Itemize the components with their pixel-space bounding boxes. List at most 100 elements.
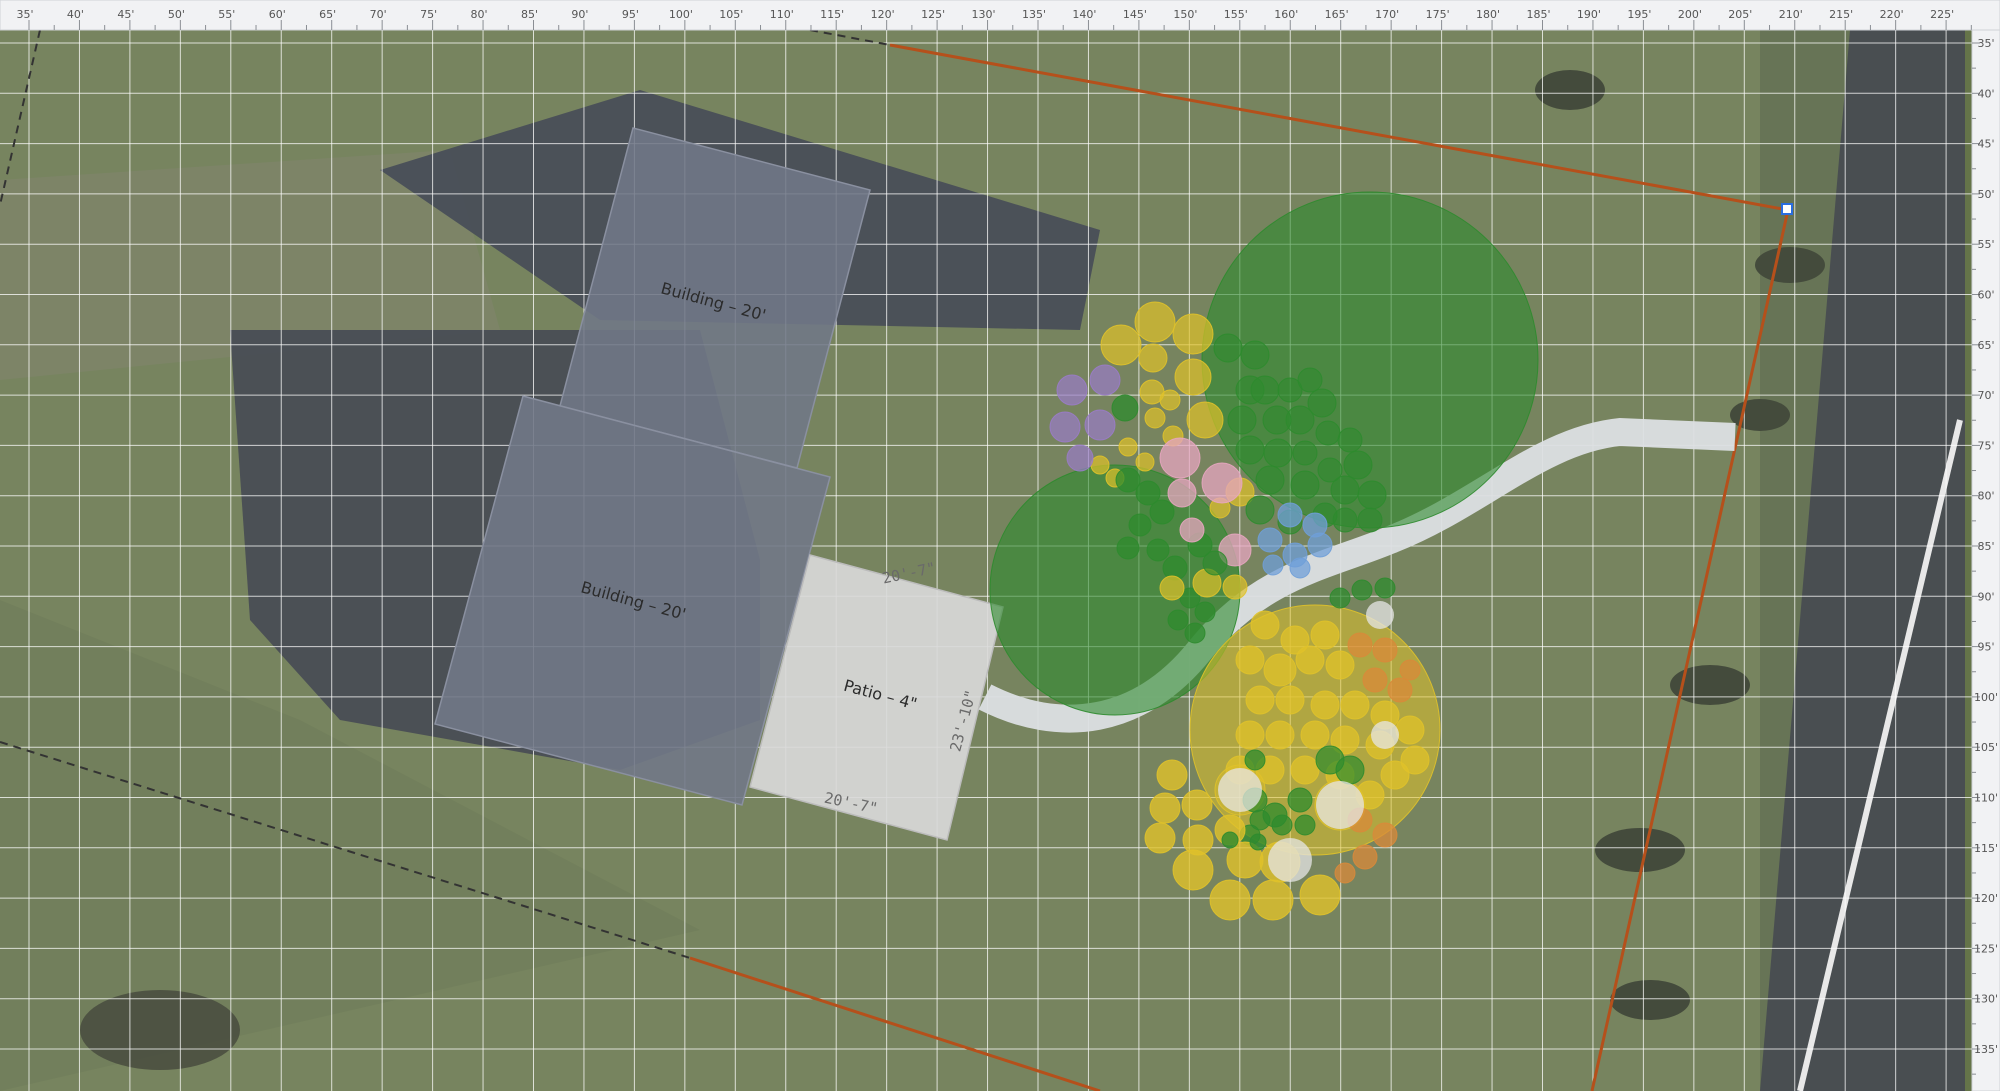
plant-symbol[interactable] (1297, 367, 1323, 393)
plant-symbol[interactable] (1159, 389, 1181, 411)
plant-symbol[interactable] (1310, 690, 1340, 720)
plant-symbol[interactable] (1294, 814, 1316, 836)
plant-symbol[interactable] (1144, 407, 1166, 429)
plant-symbol[interactable] (1116, 536, 1140, 560)
plant-symbol[interactable] (1218, 768, 1262, 812)
plant-symbol[interactable] (1252, 879, 1294, 921)
plant-symbol[interactable] (1184, 622, 1206, 644)
plant-symbol[interactable] (1179, 517, 1205, 543)
plant-symbol[interactable] (1235, 645, 1265, 675)
plant-symbol[interactable] (1213, 333, 1243, 363)
plant-symbol[interactable] (1325, 650, 1355, 680)
plant-symbol[interactable] (1395, 715, 1425, 745)
plant-symbol[interactable] (1049, 411, 1081, 443)
plant-symbol[interactable] (1347, 632, 1373, 658)
plant-symbol[interactable] (1249, 833, 1267, 851)
plant-symbol[interactable] (1366, 601, 1394, 629)
plant-symbol[interactable] (1056, 374, 1088, 406)
plant-symbol[interactable] (1316, 781, 1364, 829)
plant-symbol[interactable] (1149, 499, 1175, 525)
plant-symbol[interactable] (1268, 838, 1312, 882)
plant-symbol[interactable] (1135, 452, 1155, 472)
plant-symbol[interactable] (1329, 587, 1351, 609)
plant-symbol[interactable] (1250, 610, 1280, 640)
plant-symbol[interactable] (1289, 557, 1311, 579)
plant-symbol[interactable] (1357, 507, 1383, 533)
plant-symbol[interactable] (1374, 577, 1396, 599)
plant-symbol[interactable] (1100, 324, 1142, 366)
plant-symbol[interactable] (1335, 755, 1365, 785)
plant-symbol[interactable] (1172, 849, 1214, 891)
plant-symbol[interactable] (1144, 822, 1176, 854)
plant-symbol[interactable] (1209, 879, 1251, 921)
plant-symbol[interactable] (1255, 465, 1285, 495)
plant-symbol[interactable] (1084, 409, 1116, 441)
plant-symbol[interactable] (1330, 475, 1360, 505)
plant-symbol[interactable] (1172, 313, 1214, 355)
plant-symbol[interactable] (1235, 435, 1265, 465)
plant-symbol[interactable] (1362, 667, 1388, 693)
plant-symbol[interactable] (1343, 450, 1373, 480)
plant-symbol[interactable] (1222, 574, 1248, 600)
plant-symbol[interactable] (1277, 502, 1303, 528)
plant-symbol[interactable] (1201, 462, 1243, 504)
plant-symbol[interactable] (1235, 720, 1265, 750)
plant-symbol[interactable] (1357, 480, 1387, 510)
plant-symbol[interactable] (1275, 685, 1305, 715)
plant-symbol[interactable] (1146, 538, 1170, 562)
plant-symbol[interactable] (1111, 394, 1139, 422)
plant-symbol[interactable] (1128, 513, 1152, 537)
plant-symbol[interactable] (1315, 420, 1341, 446)
corner-handle[interactable] (1781, 203, 1793, 215)
plant-symbol[interactable] (1307, 532, 1333, 558)
plant-symbol[interactable] (1156, 759, 1188, 791)
plant-symbol[interactable] (1089, 364, 1121, 396)
plant-symbol[interactable] (1202, 550, 1228, 576)
plant-symbol[interactable] (1244, 749, 1266, 771)
plant-symbol[interactable] (1399, 659, 1421, 681)
plant-symbol[interactable] (1090, 455, 1110, 475)
plant-symbol[interactable] (1138, 343, 1168, 373)
plant-symbol[interactable] (1287, 787, 1313, 813)
plant-symbol[interactable] (1290, 470, 1320, 500)
plant-symbol[interactable] (1262, 554, 1284, 576)
plant-symbol[interactable] (1371, 721, 1399, 749)
plant-symbol[interactable] (1295, 645, 1325, 675)
plant-symbol[interactable] (1372, 822, 1398, 848)
plant-symbol[interactable] (1387, 677, 1413, 703)
plant-symbol[interactable] (1340, 690, 1370, 720)
plant-symbol[interactable] (1181, 789, 1213, 821)
plant-symbol[interactable] (1299, 874, 1341, 916)
plant-symbol[interactable] (1159, 575, 1185, 601)
plant-symbol[interactable] (1290, 755, 1320, 785)
plant-symbol[interactable] (1337, 427, 1363, 453)
plant-symbol[interactable] (1292, 440, 1318, 466)
plant-symbol[interactable] (1351, 579, 1373, 601)
plant-symbol[interactable] (1186, 401, 1224, 439)
plant-symbol[interactable] (1263, 438, 1293, 468)
plant-symbol[interactable] (1380, 760, 1410, 790)
plant-symbol[interactable] (1265, 720, 1295, 750)
plant-symbol[interactable] (1307, 388, 1337, 418)
plant-symbol[interactable] (1245, 495, 1275, 525)
plant-symbol[interactable] (1271, 814, 1293, 836)
plant-symbol[interactable] (1250, 375, 1280, 405)
plant-symbol[interactable] (1167, 478, 1197, 508)
plant-symbol[interactable] (1134, 301, 1176, 343)
plant-symbol[interactable] (1149, 792, 1181, 824)
plant-symbol[interactable] (1262, 405, 1292, 435)
plant-symbol[interactable] (1118, 437, 1138, 457)
plant-symbol[interactable] (1334, 862, 1356, 884)
plant-symbol[interactable] (1310, 620, 1340, 650)
plant-symbol[interactable] (1174, 358, 1212, 396)
plant-symbol[interactable] (1167, 609, 1189, 631)
plant-symbol[interactable] (1352, 844, 1378, 870)
plant-symbol[interactable] (1300, 720, 1330, 750)
plant-symbol[interactable] (1245, 685, 1275, 715)
plant-symbol[interactable] (1194, 601, 1216, 623)
plant-symbol[interactable] (1066, 444, 1094, 472)
plant-symbol[interactable] (1227, 405, 1257, 435)
plant-symbol[interactable] (1263, 653, 1297, 687)
plant-symbol[interactable] (1159, 437, 1201, 479)
plant-symbol[interactable] (1240, 340, 1270, 370)
